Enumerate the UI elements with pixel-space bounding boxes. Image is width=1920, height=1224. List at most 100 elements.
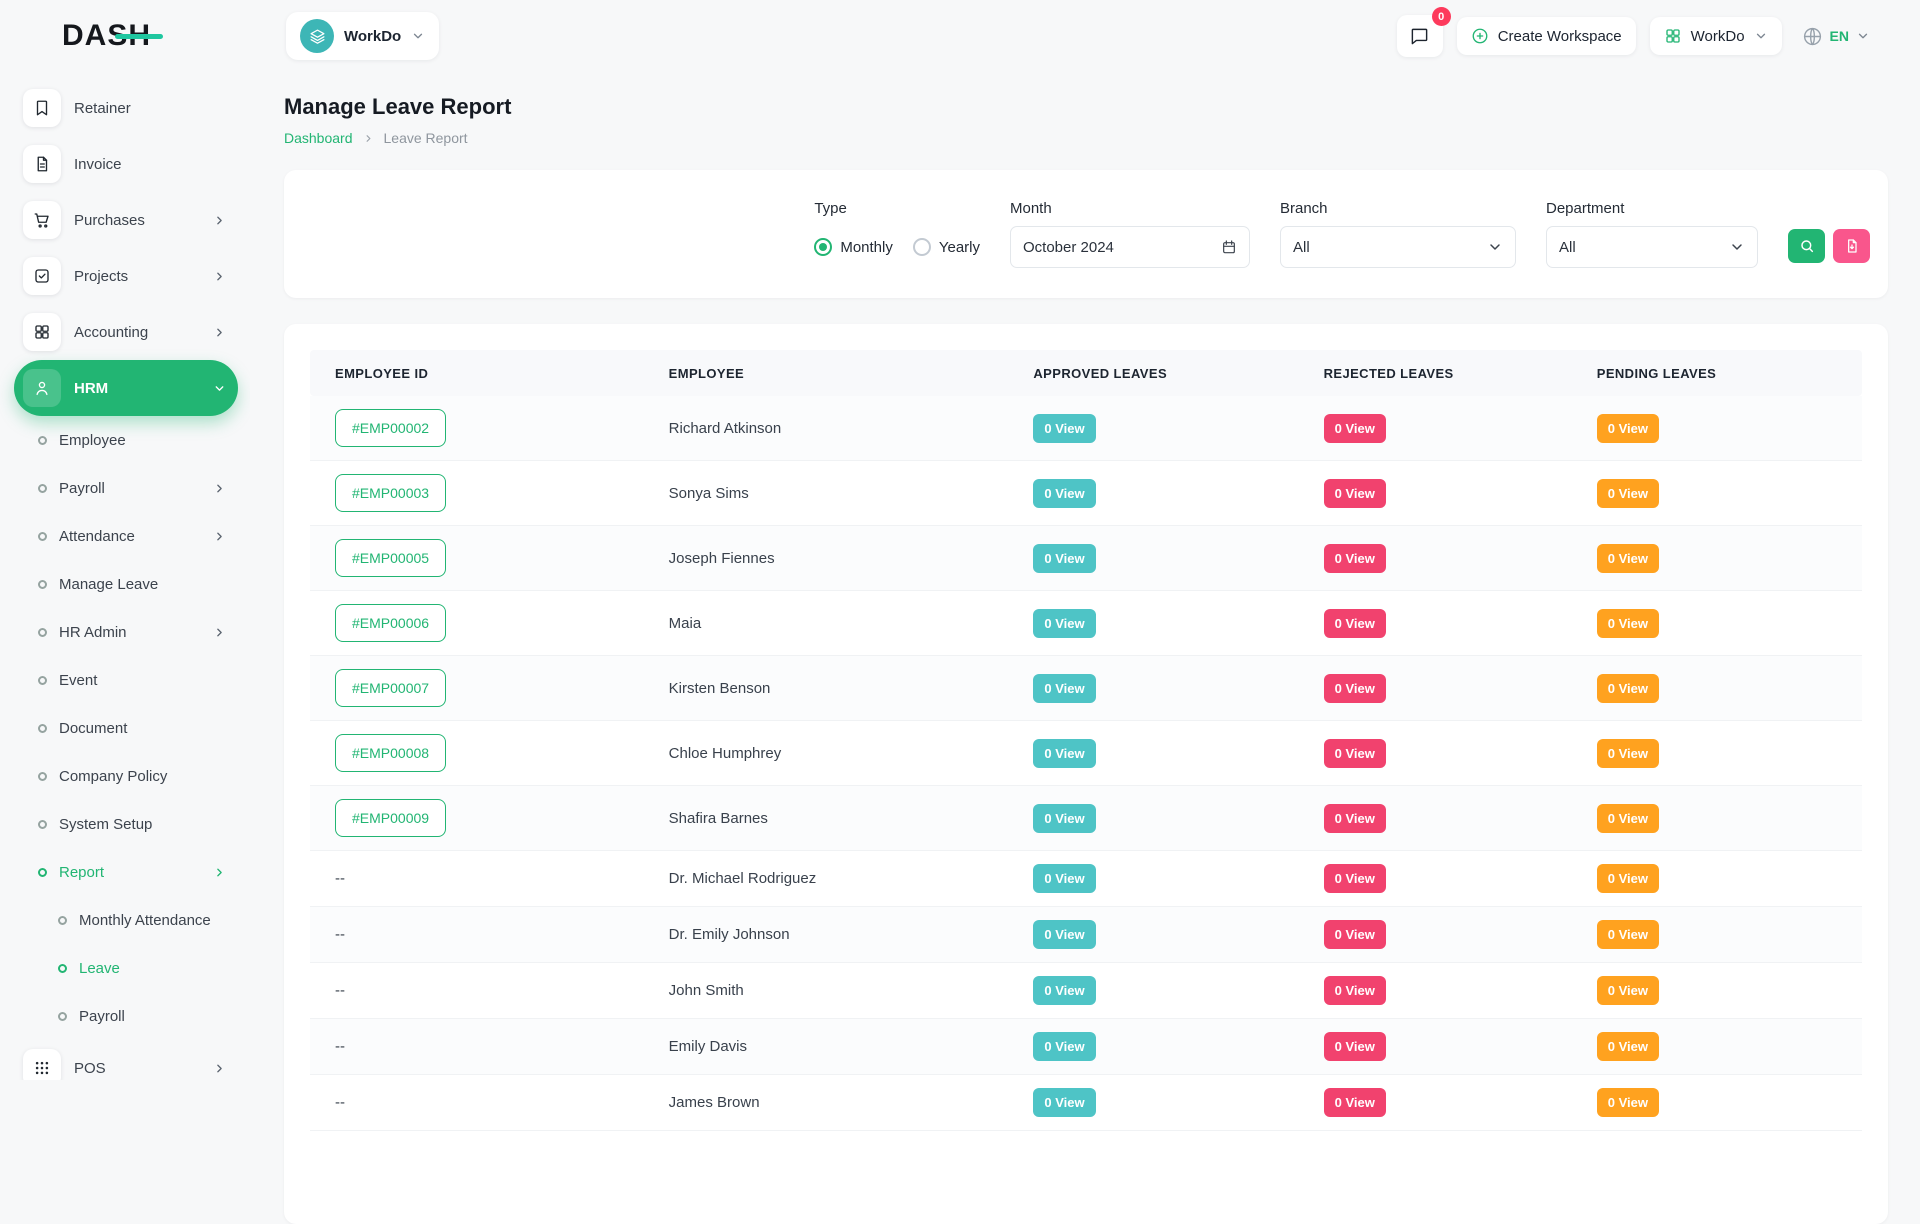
employee-id-button[interactable]: #EMP00008 bbox=[335, 734, 446, 772]
export-button[interactable] bbox=[1833, 229, 1870, 263]
pending-leaves-badge[interactable]: 0 View bbox=[1597, 609, 1659, 638]
rejected-leaves-badge[interactable]: 0 View bbox=[1324, 414, 1386, 443]
sidebar-item-document[interactable]: Document bbox=[14, 704, 238, 752]
circle-bullet-icon bbox=[38, 820, 47, 829]
employee-id-button[interactable]: #EMP00005 bbox=[335, 539, 446, 577]
month-input[interactable]: October 2024 bbox=[1010, 226, 1250, 268]
brand-logo[interactable]: DASH bbox=[0, 19, 250, 53]
employee-id-cell: -- bbox=[310, 913, 644, 957]
sidebar-item-payroll[interactable]: Payroll bbox=[14, 464, 238, 512]
sidebar-item-employee[interactable]: Employee bbox=[14, 416, 238, 464]
pending-leaves-badge[interactable]: 0 View bbox=[1597, 1088, 1659, 1117]
rejected-leaves-badge[interactable]: 0 View bbox=[1324, 674, 1386, 703]
globe-icon bbox=[1802, 26, 1823, 47]
rejected-leaves-badge[interactable]: 0 View bbox=[1324, 479, 1386, 508]
approved-leaves-badge[interactable]: 0 View bbox=[1033, 609, 1095, 638]
pending-leaves-cell: 0 View bbox=[1572, 466, 1862, 521]
pending-leaves-badge[interactable]: 0 View bbox=[1597, 414, 1659, 443]
pending-leaves-badge[interactable]: 0 View bbox=[1597, 804, 1659, 833]
sidebar-item-leave[interactable]: Leave bbox=[14, 944, 238, 992]
approved-leaves-badge[interactable]: 0 View bbox=[1033, 804, 1095, 833]
sidebar-item-label: Retainer bbox=[74, 100, 131, 117]
rejected-leaves-badge[interactable]: 0 View bbox=[1324, 864, 1386, 893]
circle-bullet-icon bbox=[38, 724, 47, 733]
branch-select[interactable]: All bbox=[1280, 226, 1516, 268]
workspace-selector[interactable]: WorkDo bbox=[286, 12, 439, 60]
employee-name: James Brown bbox=[644, 1081, 1009, 1124]
sidebar-item-projects[interactable]: Projects bbox=[14, 248, 238, 304]
approved-leaves-badge[interactable]: 0 View bbox=[1033, 920, 1095, 949]
employee-id-button[interactable]: #EMP00002 bbox=[335, 409, 446, 447]
approved-leaves-badge[interactable]: 0 View bbox=[1033, 739, 1095, 768]
page-title: Manage Leave Report bbox=[284, 94, 1888, 120]
sidebar-item-retainer[interactable]: Retainer bbox=[14, 80, 238, 136]
sidebar-item-label: Attendance bbox=[59, 528, 135, 545]
sidebar-item-invoice[interactable]: Invoice bbox=[14, 136, 238, 192]
language-selector[interactable]: EN bbox=[1796, 20, 1876, 53]
bookmark-icon bbox=[23, 89, 61, 127]
month-label: Month bbox=[1010, 200, 1250, 217]
employee-id-button[interactable]: #EMP00003 bbox=[335, 474, 446, 512]
pending-leaves-badge[interactable]: 0 View bbox=[1597, 479, 1659, 508]
sidebar-item-manage-leave[interactable]: Manage Leave bbox=[14, 560, 238, 608]
sidebar-item-hr-admin[interactable]: HR Admin bbox=[14, 608, 238, 656]
yearly-radio[interactable]: Yearly bbox=[913, 238, 980, 256]
department-select[interactable]: All bbox=[1546, 226, 1758, 268]
pending-leaves-badge[interactable]: 0 View bbox=[1597, 920, 1659, 949]
rejected-leaves-badge[interactable]: 0 View bbox=[1324, 544, 1386, 573]
sidebar-item-purchases[interactable]: Purchases bbox=[14, 192, 238, 248]
breadcrumb-dashboard-link[interactable]: Dashboard bbox=[284, 130, 353, 146]
sidebar-item-label: Report bbox=[59, 864, 104, 881]
table-row: #EMP00007 Kirsten Benson 0 View 0 View 0… bbox=[310, 656, 1862, 721]
messages-button[interactable]: 0 bbox=[1397, 15, 1443, 57]
monthly-radio[interactable]: Monthly bbox=[814, 238, 893, 256]
table-row: -- John Smith 0 View 0 View 0 View bbox=[310, 963, 1862, 1019]
create-workspace-button[interactable]: Create Workspace bbox=[1457, 17, 1636, 55]
employee-id-button[interactable]: #EMP00006 bbox=[335, 604, 446, 642]
rejected-leaves-badge[interactable]: 0 View bbox=[1324, 1032, 1386, 1061]
sidebar-item-company-policy[interactable]: Company Policy bbox=[14, 752, 238, 800]
sidebar-item-hrm[interactable]: HRM bbox=[14, 360, 238, 416]
employee-id-button[interactable]: #EMP00007 bbox=[335, 669, 446, 707]
pending-leaves-badge[interactable]: 0 View bbox=[1597, 544, 1659, 573]
approved-leaves-badge[interactable]: 0 View bbox=[1033, 544, 1095, 573]
sidebar-item-attendance[interactable]: Attendance bbox=[14, 512, 238, 560]
sidebar-item-pos[interactable]: POS bbox=[14, 1040, 238, 1080]
rejected-leaves-badge[interactable]: 0 View bbox=[1324, 920, 1386, 949]
rejected-leaves-badge[interactable]: 0 View bbox=[1324, 1088, 1386, 1117]
approved-leaves-badge[interactable]: 0 View bbox=[1033, 1088, 1095, 1117]
rejected-leaves-cell: 0 View bbox=[1299, 1075, 1572, 1130]
pending-leaves-badge[interactable]: 0 View bbox=[1597, 864, 1659, 893]
sidebar-item-event[interactable]: Event bbox=[14, 656, 238, 704]
sidebar-item-label: Event bbox=[59, 672, 97, 689]
employee-name: Chloe Humphrey bbox=[644, 732, 1009, 775]
pending-leaves-badge[interactable]: 0 View bbox=[1597, 976, 1659, 1005]
pending-leaves-badge[interactable]: 0 View bbox=[1597, 739, 1659, 768]
chevron-down-icon bbox=[411, 29, 425, 43]
approved-leaves-badge[interactable]: 0 View bbox=[1033, 864, 1095, 893]
sidebar-item-report[interactable]: Report bbox=[14, 848, 238, 896]
search-button[interactable] bbox=[1788, 229, 1825, 263]
rejected-leaves-badge[interactable]: 0 View bbox=[1324, 739, 1386, 768]
sidebar-item-accounting[interactable]: Accounting bbox=[14, 304, 238, 360]
approved-leaves-badge[interactable]: 0 View bbox=[1033, 414, 1095, 443]
employee-id-cell: #EMP00009 bbox=[310, 786, 644, 850]
sidebar-item-label: Company Policy bbox=[59, 768, 167, 785]
approved-leaves-badge[interactable]: 0 View bbox=[1033, 976, 1095, 1005]
rejected-leaves-badge[interactable]: 0 View bbox=[1324, 804, 1386, 833]
sidebar-item-system-setup[interactable]: System Setup bbox=[14, 800, 238, 848]
rejected-leaves-cell: 0 View bbox=[1299, 963, 1572, 1018]
pending-leaves-badge[interactable]: 0 View bbox=[1597, 1032, 1659, 1061]
approved-leaves-badge[interactable]: 0 View bbox=[1033, 674, 1095, 703]
approved-leaves-badge[interactable]: 0 View bbox=[1033, 1032, 1095, 1061]
employee-id-button[interactable]: #EMP00009 bbox=[335, 799, 446, 837]
approved-leaves-cell: 0 View bbox=[1008, 907, 1298, 962]
sidebar-item-monthly-attendance[interactable]: Monthly Attendance bbox=[14, 896, 238, 944]
pending-leaves-badge[interactable]: 0 View bbox=[1597, 674, 1659, 703]
sidebar-item-payroll-report[interactable]: Payroll bbox=[14, 992, 238, 1040]
approved-leaves-cell: 0 View bbox=[1008, 851, 1298, 906]
rejected-leaves-badge[interactable]: 0 View bbox=[1324, 609, 1386, 638]
rejected-leaves-badge[interactable]: 0 View bbox=[1324, 976, 1386, 1005]
app-switcher-dropdown[interactable]: WorkDo bbox=[1650, 17, 1782, 55]
approved-leaves-badge[interactable]: 0 View bbox=[1033, 479, 1095, 508]
